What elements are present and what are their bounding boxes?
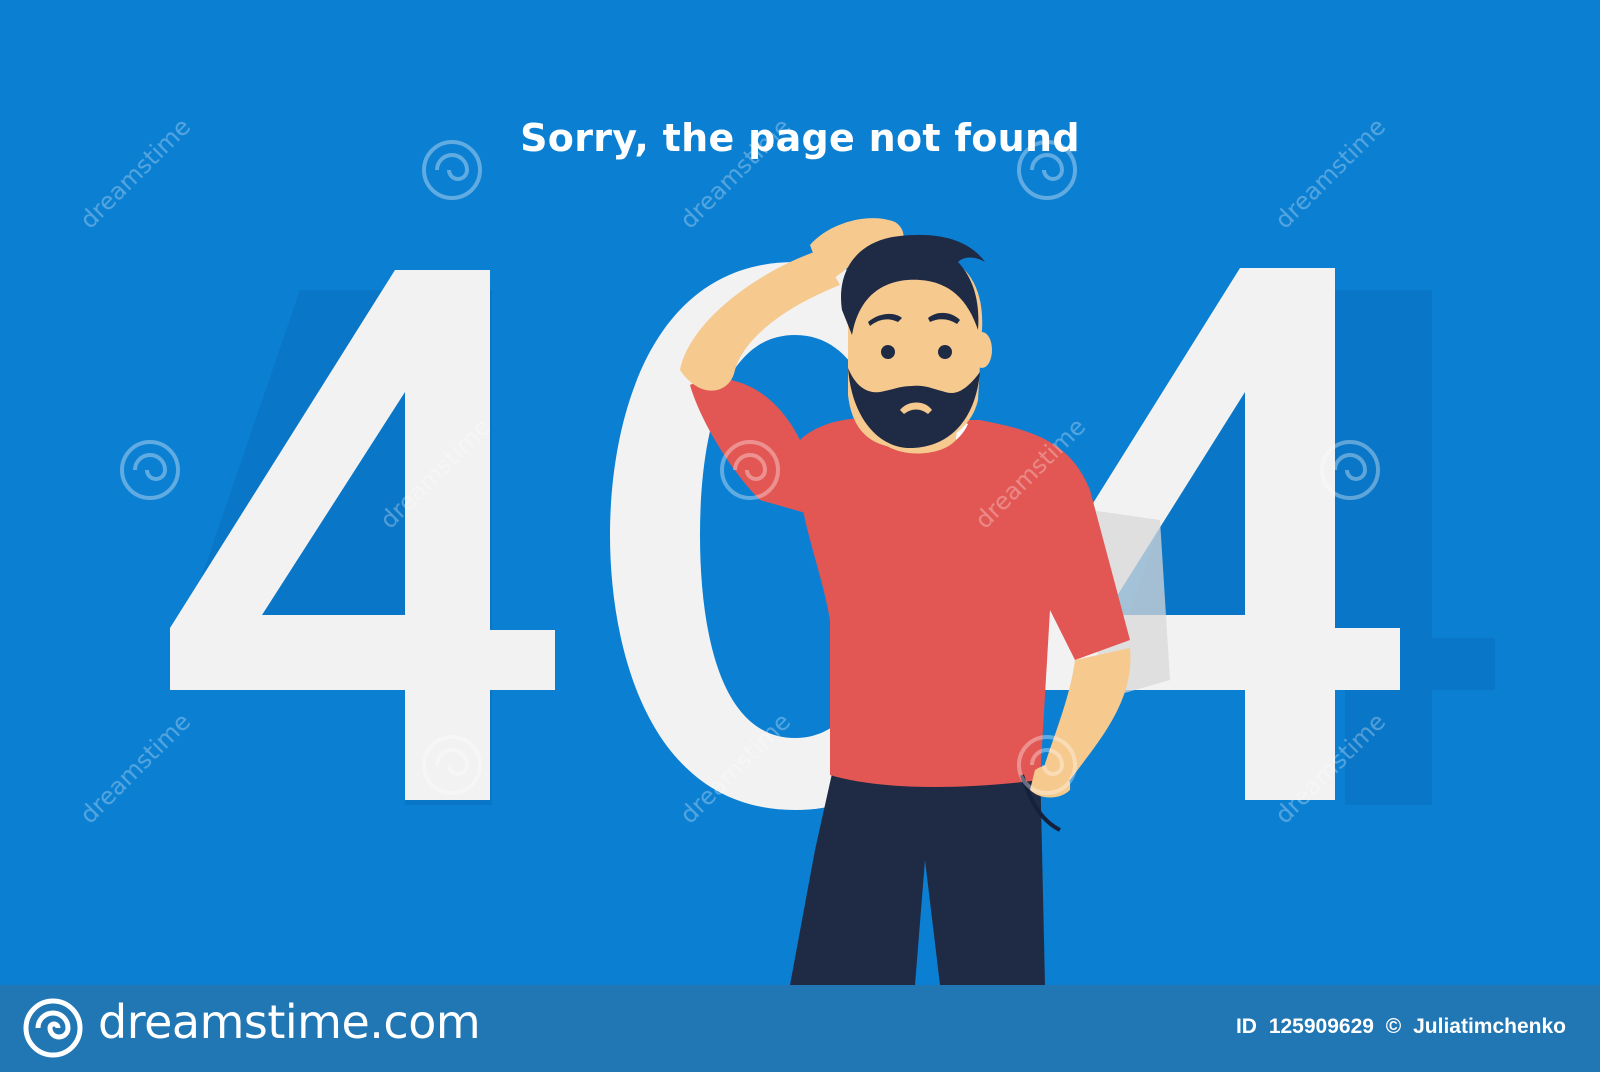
author-name[interactable]: Juliatimchenko bbox=[1413, 1015, 1566, 1038]
person-head bbox=[841, 234, 992, 448]
image-credit: ID 125909629 © Juliatimchenko bbox=[1236, 1015, 1566, 1039]
spiral-logo-icon bbox=[23, 998, 83, 1058]
stock-footer-bar: dreamstime.com ID 125909629 © Juliatimch… bbox=[0, 985, 1600, 1072]
page-not-found-message: Sorry, the page not found bbox=[520, 116, 1080, 160]
person-pants bbox=[790, 760, 1045, 985]
image-id-value: 125909629 bbox=[1268, 1015, 1374, 1038]
copyright-symbol: © bbox=[1385, 1015, 1402, 1038]
image-id-label: ID bbox=[1235, 1015, 1257, 1038]
error-404-page: dreamstime dreamstime dreamstime dreamst… bbox=[0, 0, 1600, 1072]
footer-brand-name[interactable]: dreamstime.com bbox=[98, 995, 481, 1049]
